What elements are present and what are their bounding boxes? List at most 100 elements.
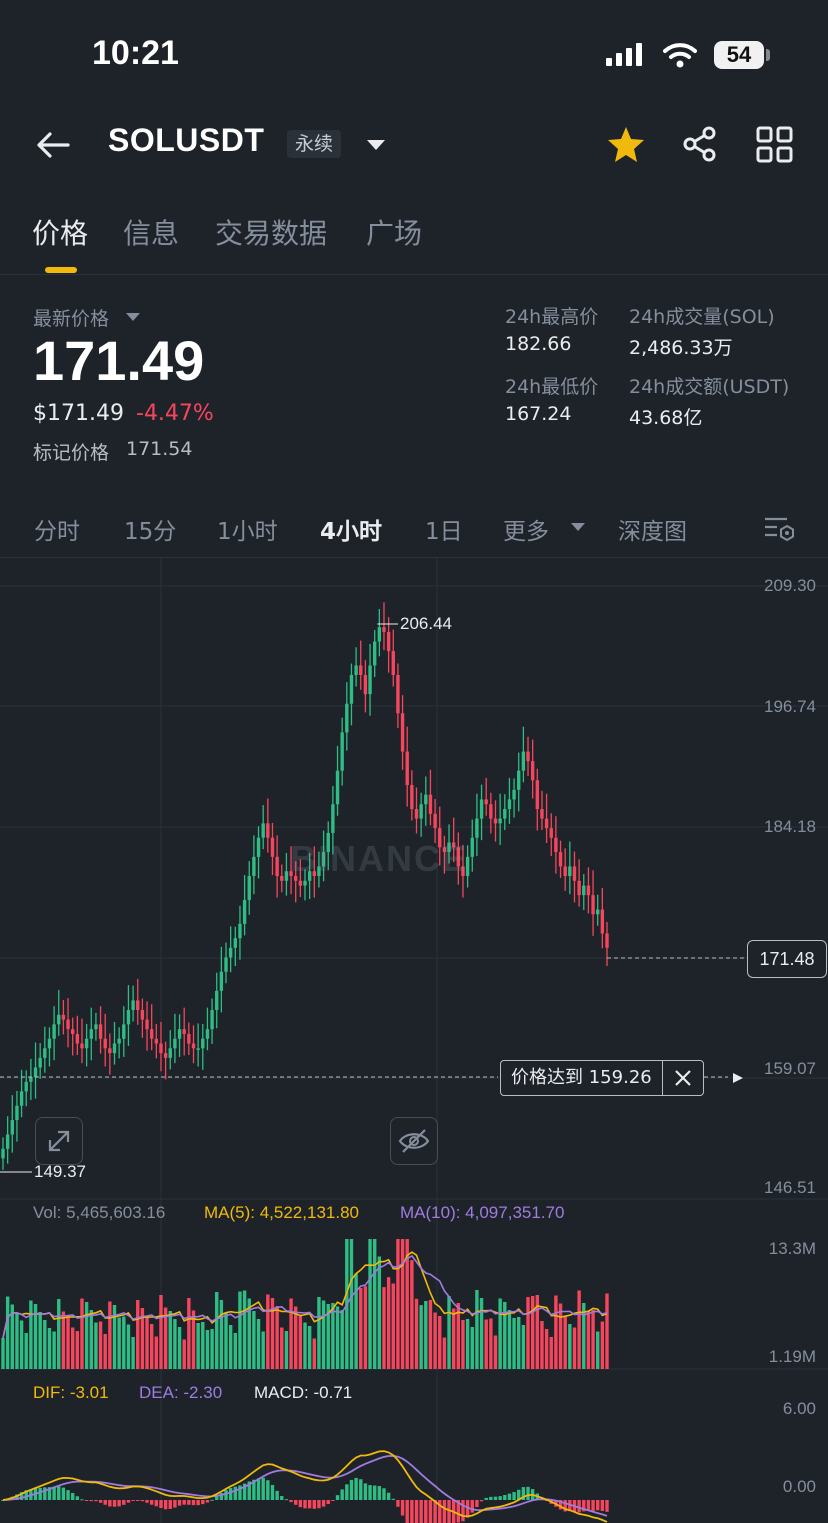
volume-bar [84,1302,89,1369]
candle-body [191,1043,196,1049]
volume-bar [24,1333,28,1369]
candle-body [173,1038,177,1049]
candle-body [94,1024,98,1030]
macd-dif-label: DIF: -3.01 [33,1383,109,1402]
candle-body [182,1029,186,1034]
timeframe-15m[interactable]: 15分 [124,512,176,546]
macd-histogram-bar [312,1500,316,1509]
candle-body [122,1024,126,1039]
macd-histogram-bar [173,1500,177,1508]
macd-histogram-bar [586,1500,591,1511]
macd-histogram-bar [289,1500,293,1503]
macd-histogram-bar [335,1495,340,1500]
macd-histogram-bar [270,1484,275,1500]
candle-body [256,837,261,857]
volume-bar [66,1315,70,1369]
timeframe-4h[interactable]: 4小时 [320,512,382,546]
timeframe-more[interactable]: 更多 [503,512,549,546]
candle-body [136,1000,140,1011]
candle-body [591,895,595,915]
caret-down-icon[interactable] [124,310,142,324]
change-percent: -4.47% [136,401,214,426]
candle-body [228,947,233,958]
candle-body [386,631,391,652]
volume-bar [368,1239,372,1369]
tab-info[interactable]: 信息 [123,212,179,252]
macd-histogram-bar [228,1488,233,1500]
kline-chart[interactable] [0,558,828,1523]
volume-bar [377,1256,382,1369]
macd-histogram-bar [475,1500,479,1508]
candle-body [168,1048,172,1058]
active-tab-indicator [45,267,77,273]
candle-body [80,1043,84,1049]
eye-off-icon [398,1129,430,1153]
tab-price[interactable]: 价格 [32,212,88,252]
candle-body [43,1048,47,1058]
volume-bar [307,1326,312,1369]
volume-bar [507,1310,512,1369]
candle-body [24,1081,28,1092]
volume-bar [335,1306,340,1369]
volume-bar [57,1299,61,1369]
candle-body [117,1038,121,1044]
macd-histogram-bar [80,1499,84,1501]
macd-histogram-bar [503,1495,507,1500]
hide-indicators-button[interactable] [390,1117,438,1165]
low-label: 24h最低价 [505,376,599,398]
last-price-label[interactable]: 最新价格 [33,304,109,331]
volume-ma5-label: MA(5): 4,522,131.80 [204,1203,359,1222]
volume-bar [591,1310,595,1369]
candle-body [57,1014,61,1025]
macd-histogram-bar [196,1500,200,1506]
fullscreen-button[interactable] [35,1117,83,1165]
watermark: BINANCE [290,838,469,879]
volume-bar [89,1310,93,1369]
candle-body [345,703,349,733]
candle-body [66,1019,70,1030]
last-price: 171.49 [33,329,205,392]
battery-indicator: 54 [714,41,764,69]
symbol-title[interactable]: SOLUSDT [108,122,264,159]
tab-trading-data[interactable]: 交易数据 [215,212,327,252]
volume-bar [238,1291,242,1369]
volume-bar [549,1337,553,1369]
contract-type-badge: 永续 [287,130,342,158]
volume-bar [391,1283,395,1369]
caret-down-icon[interactable] [569,520,587,534]
candle-body [112,1043,117,1054]
volume-bar [451,1308,456,1369]
alert-close-button[interactable] [661,1061,703,1095]
high-label: 24h最高价 [505,306,599,328]
volume-bar [75,1331,80,1369]
timeframe-1d[interactable]: 1日 [425,512,463,546]
candle-body [335,770,340,805]
share-icon[interactable] [680,124,720,164]
volume-ma10-label: MA(10): 4,097,351.70 [400,1203,565,1222]
depth-chart-tab[interactable]: 深度图 [618,512,687,546]
grid-menu-icon[interactable] [755,125,795,165]
candle-body [540,809,544,819]
macd-dif-line [2,1450,608,1523]
current-price-tag[interactable]: 171.48 [747,940,827,978]
volume-bar [400,1239,405,1369]
volume-label: Vol: 5,465,603.16 [33,1203,166,1222]
volume-bar [563,1316,567,1369]
volume-bar [284,1331,289,1369]
timeframe-line[interactable]: 分时 [34,512,80,546]
volume-bar [540,1321,544,1369]
volume-bar [498,1298,502,1369]
caret-down-icon[interactable] [364,136,388,154]
tab-square[interactable]: 广场 [366,212,422,252]
star-icon[interactable] [606,124,646,164]
price-alert[interactable]: 价格达到 159.26 [500,1060,704,1096]
timeframe-1h[interactable]: 1小时 [217,512,278,546]
candle-body [530,761,535,781]
candle-body [159,1043,163,1054]
chart-settings-icon[interactable] [763,514,797,542]
volume-bar [275,1306,279,1369]
macd-histogram-bar [177,1500,182,1506]
volume-bar [530,1296,535,1369]
back-arrow-icon[interactable] [34,128,72,162]
macd-histogram-bar [303,1500,307,1509]
